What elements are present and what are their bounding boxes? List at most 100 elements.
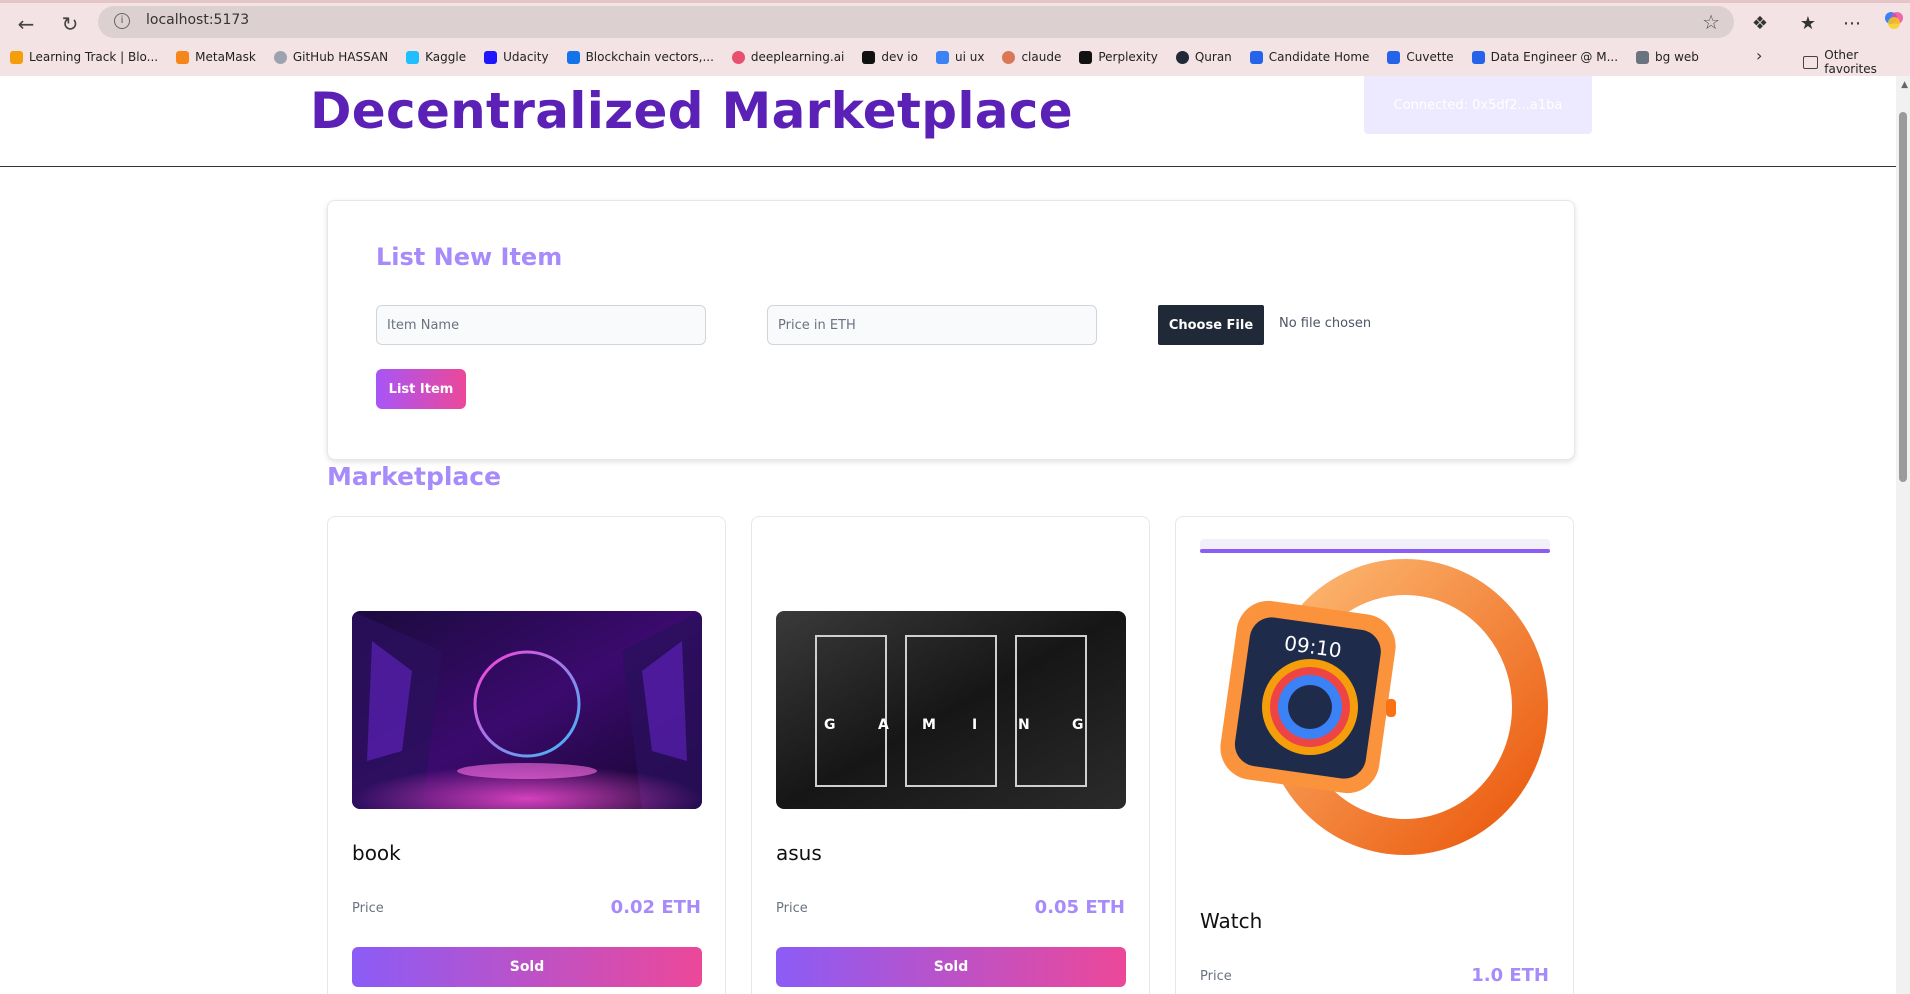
item-card: book Price 0.02 ETH Sold xyxy=(327,516,726,994)
other-favorites-label: Other favorites xyxy=(1824,48,1877,76)
bookmark-item[interactable]: Blockchain vectors,... xyxy=(566,50,714,64)
bookmark-item[interactable]: Candidate Home xyxy=(1249,50,1370,64)
copilot-icon[interactable] xyxy=(1880,10,1908,38)
bookmark-label: GitHub HASSAN xyxy=(292,50,389,64)
bookmark-item[interactable]: MetaMask xyxy=(176,50,256,64)
bookmark-item[interactable]: ui ux xyxy=(935,50,985,64)
address-bar[interactable]: i localhost:5173 ☆ xyxy=(98,6,1734,38)
deeplearning-icon xyxy=(731,50,745,64)
bookmarks-bar: Learning Track | Blo... MetaMask GitHub … xyxy=(10,46,1717,68)
scrollbar-thumb[interactable] xyxy=(1899,112,1907,482)
price-label: Price xyxy=(352,901,384,916)
bookmark-label: Kaggle xyxy=(425,50,467,64)
item-price: 0.02 ETH xyxy=(610,897,701,918)
sold-button[interactable]: Sold xyxy=(776,947,1126,987)
bookmark-item[interactable]: claude xyxy=(1002,50,1061,64)
tuf-letter: N xyxy=(1018,717,1030,733)
bookmark-label: Data Engineer @ M... xyxy=(1490,50,1619,64)
tuf-letter: A xyxy=(878,717,889,733)
bookmark-item[interactable]: Learning Track | Blo... xyxy=(10,50,158,64)
header-divider xyxy=(0,166,1896,167)
doc-icon xyxy=(1471,50,1485,64)
claude-icon xyxy=(1002,50,1016,64)
bookmark-label: MetaMask xyxy=(195,50,256,64)
folder-icon xyxy=(1803,55,1819,69)
menu-icon[interactable]: ⋯ xyxy=(1838,10,1866,38)
item-card: 09:10 Watch Price 1.0 ETH xyxy=(1175,516,1574,994)
bookmarks-overflow-icon[interactable]: › xyxy=(1756,46,1762,65)
bookmark-label: Learning Track | Blo... xyxy=(29,50,159,64)
price-label: Price xyxy=(776,901,808,916)
scroll-up-icon[interactable]: ▲ xyxy=(1901,80,1908,90)
price-input[interactable] xyxy=(767,305,1097,345)
bookmark-item[interactable]: Cuvette xyxy=(1387,50,1454,64)
tuf-letter: I xyxy=(972,717,977,733)
reload-icon[interactable]: ↻ xyxy=(56,10,84,38)
page-title: Decentralized Marketplace xyxy=(310,82,1073,140)
wallet-connected-badge[interactable]: Connected: 0x5df2...a1ba xyxy=(1364,76,1592,134)
bookmark-label: ui ux xyxy=(954,50,985,64)
tuf-letter: M xyxy=(922,717,936,733)
bookmark-label: bg web xyxy=(1655,50,1699,64)
cuvette-icon xyxy=(1387,50,1401,64)
url-text: localhost:5173 xyxy=(146,12,250,28)
page-scrollbar[interactable]: ▲ xyxy=(1896,76,1910,994)
bookmark-label: Candidate Home xyxy=(1268,50,1370,64)
sold-button[interactable]: Sold xyxy=(352,947,702,987)
loading-bar-fill xyxy=(1200,549,1550,553)
github-icon xyxy=(273,50,287,64)
bookmark-label: Cuvette xyxy=(1406,50,1454,64)
uiux-icon xyxy=(935,50,949,64)
tuf-letter: G xyxy=(1072,717,1084,733)
site-info-icon[interactable]: i xyxy=(114,13,130,29)
bookmark-label: deeplearning.ai xyxy=(750,50,845,64)
bookmark-label: dev io xyxy=(881,50,918,64)
page-viewport: Decentralized Marketplace Connected: 0x5… xyxy=(0,76,1910,994)
favorite-star-icon[interactable]: ☆ xyxy=(1702,10,1720,34)
favorites-icon[interactable]: ★ xyxy=(1794,10,1822,38)
freepik-icon xyxy=(566,50,580,64)
item-price: 0.05 ETH xyxy=(1034,897,1125,918)
bookmark-item[interactable]: Data Engineer @ M... xyxy=(1471,50,1619,64)
item-price: 1.0 ETH xyxy=(1471,965,1549,986)
bookmark-item[interactable]: GitHub HASSAN xyxy=(273,50,389,64)
quran-icon xyxy=(1175,50,1189,64)
extensions-icon[interactable]: ❖ xyxy=(1746,10,1774,38)
hash-icon xyxy=(1636,50,1650,64)
form-title: List New Item xyxy=(376,243,563,271)
bookmark-item[interactable]: deeplearning.ai xyxy=(731,50,845,64)
fox-icon xyxy=(176,50,190,64)
item-image: G A M I N G xyxy=(776,611,1126,809)
back-icon[interactable]: ← xyxy=(12,10,40,38)
bookmark-item[interactable]: Perplexity xyxy=(1079,50,1158,64)
bookmark-item[interactable]: bg web xyxy=(1636,50,1699,64)
bookmark-item[interactable]: dev io xyxy=(862,50,918,64)
bookmark-label: Udacity xyxy=(503,50,549,64)
tab-strip-edge xyxy=(0,0,1910,3)
bookmark-item[interactable]: Kaggle xyxy=(406,50,466,64)
bookmark-label: Quran xyxy=(1194,50,1232,64)
bars-icon xyxy=(10,50,23,64)
other-favorites[interactable]: Other favorites xyxy=(1803,48,1910,76)
item-name: asus xyxy=(776,841,822,865)
bookmark-label: Blockchain vectors,... xyxy=(585,50,714,64)
item-image: 09:10 xyxy=(1200,557,1550,867)
item-card: G A M I N G asus Price 0.05 ETH Sold xyxy=(751,516,1150,994)
item-image xyxy=(352,611,702,809)
item-name-input[interactable] xyxy=(376,305,706,345)
list-item-button[interactable]: List Item xyxy=(376,369,466,409)
list-item-form: List New Item Choose File No file chosen… xyxy=(327,200,1575,460)
perplexity-icon xyxy=(1079,50,1093,64)
kaggle-icon xyxy=(406,50,420,64)
item-name: Watch xyxy=(1200,909,1263,933)
marketplace-title: Marketplace xyxy=(327,462,502,491)
browser-chrome: ← ↻ i localhost:5173 ☆ ❖ ★ ⋯ Learning Tr… xyxy=(0,0,1910,76)
choose-file-button[interactable]: Choose File xyxy=(1158,305,1264,345)
bookmark-label: claude xyxy=(1021,50,1062,64)
tuf-letter: G xyxy=(824,717,836,733)
image-loading-bar xyxy=(1200,539,1550,553)
file-status: No file chosen xyxy=(1279,316,1372,331)
bookmark-item[interactable]: Udacity xyxy=(484,50,549,64)
bookmark-label: Perplexity xyxy=(1098,50,1158,64)
bookmark-item[interactable]: Quran xyxy=(1175,50,1232,64)
